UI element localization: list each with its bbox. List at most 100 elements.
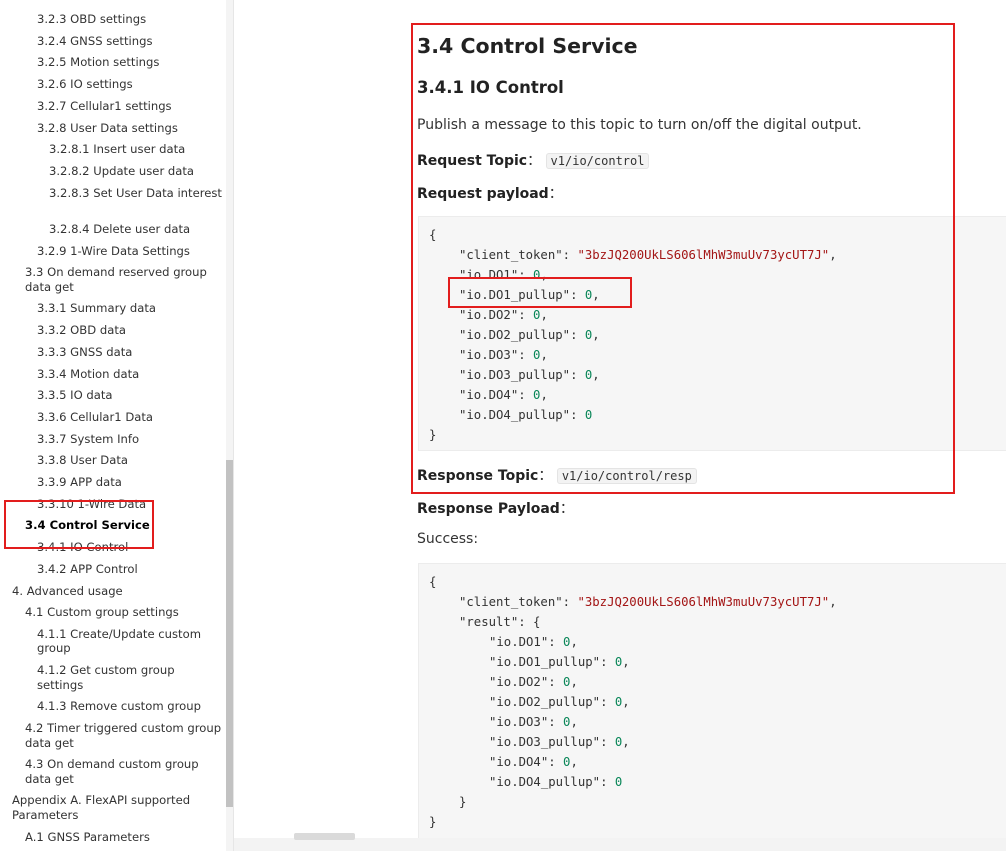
toc-item[interactable]: 3.2.6 IO settings	[37, 77, 223, 92]
response-payload-row: Response Payload：	[417, 498, 574, 518]
code-value: 0	[584, 328, 593, 342]
toc-item[interactable]: 4.1.1 Create/Update custom group	[37, 627, 223, 656]
code-value: 0	[533, 308, 541, 322]
toc-item[interactable]: 4.1.3 Remove custom group	[37, 699, 223, 714]
toc-item[interactable]: A.1 GNSS Parameters	[25, 830, 223, 845]
response-topic-row: Response Topic： v1/io/control/resp	[417, 465, 697, 485]
code-value: 0	[563, 715, 571, 729]
toc-item[interactable]: 3.2.9 1-Wire Data Settings	[37, 244, 223, 259]
toc-item[interactable]: 3.2.8.4 Delete user data	[49, 222, 223, 237]
code-value: {	[533, 615, 541, 629]
request-payload-colon: ：	[548, 186, 563, 202]
code-brace: }	[459, 795, 467, 809]
toc-item[interactable]: 3.2.8 User Data settings	[37, 121, 223, 136]
response-topic-colon: ：	[538, 468, 553, 484]
code-key: "io.DO2"	[489, 675, 549, 689]
code-line: "io.DO3": 0,	[489, 715, 578, 729]
toc-item[interactable]: 3.3.10 1-Wire Data	[37, 497, 223, 512]
code-brace: {	[429, 575, 437, 589]
code-key: "io.DO2_pullup"	[489, 695, 601, 709]
main-content: 3.4 Control Service 3.4.1 IO Control Pub…	[234, 0, 1006, 851]
code-line: "io.DO3": 0,	[459, 348, 548, 362]
toc-item[interactable]: 3.3.7 System Info	[37, 432, 223, 447]
code-key: "client_token"	[459, 248, 563, 262]
toc-item[interactable]: 3.2.5 Motion settings	[37, 55, 223, 70]
code-line: {	[429, 572, 436, 592]
toc-item[interactable]: 3.3.6 Cellular1 Data	[37, 410, 223, 425]
toc-item[interactable]: 3.3.5 IO data	[37, 388, 223, 403]
response-topic-label: Response Topic	[417, 468, 539, 484]
request-topic-row: Request Topic： v1/io/control	[417, 150, 650, 170]
toc-sidebar: 3.2.3 OBD settings 3.2.4 GNSS settings 3.2…	[0, 0, 234, 851]
code-value: 0	[614, 735, 623, 749]
request-topic-colon: ：	[527, 153, 542, 169]
code-value: 0	[533, 388, 541, 402]
code-line: "io.DO3_pullup": 0,	[489, 735, 630, 749]
request-topic-label: Request Topic	[417, 153, 528, 169]
code-key: "io.DO2_pullup"	[459, 328, 571, 342]
code-value: 0	[584, 408, 593, 422]
code-key: "io.DO3_pullup"	[489, 735, 601, 749]
toc-item[interactable]: 3.4.1 IO Control	[37, 540, 223, 555]
request-payload-label: Request payload	[417, 186, 549, 202]
code-line: }	[459, 792, 466, 812]
toc-item[interactable]: 3.4.2 APP Control	[37, 562, 223, 577]
code-line: "io.DO2": 0,	[489, 675, 578, 689]
subsection-title: 3.4.1 IO Control	[417, 78, 564, 97]
code-value: "3bzJQ200UkLS606lMhW3muUv73ycUT7J"	[577, 595, 830, 609]
code-value: 0	[533, 268, 541, 282]
toc-item[interactable]: 3.3.2 OBD data	[37, 323, 223, 338]
request-topic-code: v1/io/control	[545, 153, 650, 169]
code-key: "io.DO4"	[459, 388, 519, 402]
toc-item[interactable]: Appendix A. FlexAPI supported Parameters	[12, 793, 223, 822]
code-line: "io.DO4": 0,	[489, 755, 578, 769]
toc-item[interactable]: 3.2.8.1 Insert user data	[49, 142, 223, 157]
toc-item[interactable]: 4.1 Custom group settings	[25, 605, 223, 620]
code-key: "io.DO3_pullup"	[459, 368, 571, 382]
code-line: {	[429, 225, 436, 245]
toc-item[interactable]: 4.2 Timer triggered custom group data ge…	[25, 721, 223, 750]
code-line: "io.DO1_pullup": 0,	[459, 288, 600, 302]
section-title: 3.4 Control Service	[417, 34, 638, 58]
toc-item[interactable]: 3.2.7 Cellular1 settings	[37, 99, 223, 114]
code-line: "io.DO1": 0,	[459, 268, 548, 282]
toc-item[interactable]: 3.3.8 User Data	[37, 453, 223, 468]
toc-item[interactable]: 3.3 On demand reserved group data get	[25, 265, 223, 294]
horizontal-scrollbar-thumb[interactable]	[294, 833, 355, 840]
code-line: "io.DO4": 0,	[459, 388, 548, 402]
toc-item[interactable]: 3.2.8.2 Update user data	[49, 164, 223, 179]
code-value: 0	[584, 368, 593, 382]
code-value: 0	[614, 655, 623, 669]
sidebar-scrollbar-thumb[interactable]	[226, 460, 233, 807]
toc-item[interactable]: 3.3.3 GNSS data	[37, 345, 223, 360]
code-key: "io.DO3"	[489, 715, 549, 729]
toc-item[interactable]: 3.4 Control Service	[25, 518, 223, 533]
toc-item[interactable]: 3.3.4 Motion data	[37, 367, 223, 382]
code-line: "io.DO4_pullup": 0	[489, 775, 623, 789]
code-key: "io.DO3"	[459, 348, 519, 362]
code-key: "io.DO4_pullup"	[489, 775, 601, 789]
code-key: "result"	[459, 615, 519, 629]
code-key: "io.DO4"	[489, 755, 549, 769]
toc-item[interactable]: 3.3.1 Summary data	[37, 301, 223, 316]
toc-item[interactable]: 4.3 On demand custom group data get	[25, 757, 223, 786]
success-label: Success:	[417, 531, 479, 547]
code-key: "io.DO4_pullup"	[459, 408, 571, 422]
toc-item[interactable]: 4. Advanced usage	[12, 584, 223, 599]
code-line: "result": {	[459, 615, 541, 629]
code-key: "io.DO1_pullup"	[489, 655, 601, 669]
code-value: 0	[584, 288, 593, 302]
toc-item[interactable]: 3.2.4 GNSS settings	[37, 34, 223, 49]
code-value: 0	[614, 695, 623, 709]
code-key: "io.DO2"	[459, 308, 519, 322]
code-value: 0	[563, 635, 571, 649]
toc-item[interactable]: 3.2.3 OBD settings	[37, 12, 223, 27]
toc-item[interactable]: 3.2.8.3 Set User Data interest	[49, 186, 223, 201]
code-brace: }	[429, 815, 437, 829]
code-brace: {	[429, 228, 437, 242]
code-value: 0	[563, 675, 571, 689]
description-text: Publish a message to this topic to turn …	[417, 117, 862, 133]
toc-item[interactable]: 3.3.9 APP data	[37, 475, 223, 490]
code-line: }	[429, 425, 436, 445]
toc-item[interactable]: 4.1.2 Get custom group settings	[37, 663, 223, 692]
